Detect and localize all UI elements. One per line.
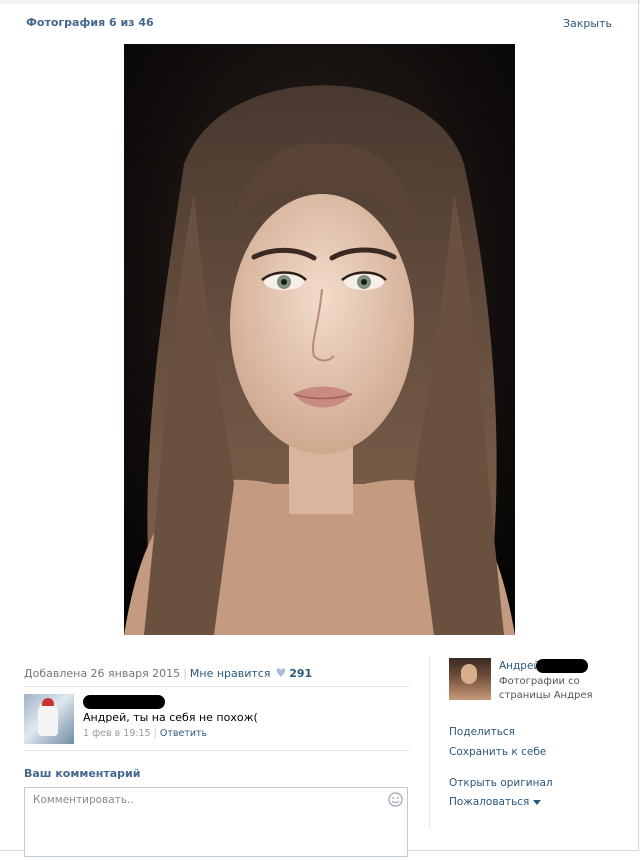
compose-heading: Ваш комментарий xyxy=(24,767,141,780)
comment-separator: | xyxy=(153,728,157,739)
photo-counter-title: Фотография 6 из 46 xyxy=(26,16,154,29)
commenter-avatar[interactable] xyxy=(24,694,74,744)
share-link[interactable]: Поделиться xyxy=(449,726,515,738)
report-label[interactable]: Пожаловаться xyxy=(449,796,529,808)
close-link[interactable]: Закрыть xyxy=(563,17,612,30)
reply-link[interactable]: Ответить xyxy=(160,728,207,739)
owner-subtitle-line1: Фотографии со xyxy=(499,676,580,687)
sidebar-divider xyxy=(429,656,430,828)
open-original-link[interactable]: Открыть оригинал xyxy=(449,777,553,789)
avatar-hat xyxy=(42,698,54,706)
owner-avatar[interactable] xyxy=(449,658,491,700)
owner-subtitle-line2: страницы Андрея xyxy=(499,690,593,701)
save-link[interactable]: Сохранить к себе xyxy=(449,746,546,758)
heart-icon[interactable]: ♥ xyxy=(275,666,286,680)
commenter-name-redacted[interactable] xyxy=(83,695,165,709)
meta-divider xyxy=(24,686,410,687)
comment-text: Андрей, ты на себя не похож( xyxy=(83,711,258,724)
comment-info: 1 фев в 19:15 | Ответить xyxy=(83,728,207,739)
avatar-figure xyxy=(38,702,58,736)
meta-separator: | xyxy=(183,667,187,680)
comment-divider xyxy=(24,750,410,751)
owner-avatar-face xyxy=(461,664,477,684)
smile-icon[interactable] xyxy=(388,792,403,807)
owner-surname-redacted xyxy=(536,659,588,673)
main-photo[interactable] xyxy=(124,44,515,635)
added-date: Добавлена 26 января 2015 xyxy=(24,667,181,680)
owner-name[interactable]: Андрей xyxy=(499,660,540,672)
comment-box[interactable] xyxy=(24,787,408,857)
report-link[interactable]: Пожаловаться xyxy=(449,796,542,808)
chevron-down-icon[interactable] xyxy=(533,799,542,805)
like-count[interactable]: 291 xyxy=(289,667,312,680)
comment-date[interactable]: 1 фев в 19:15 xyxy=(83,728,151,739)
comment-input[interactable] xyxy=(31,792,375,856)
portrait-illustration xyxy=(124,44,515,635)
like-button[interactable]: Мне нравится xyxy=(190,667,271,680)
photo-meta: Добавлена 26 января 2015 | Мне нравится ♥ 29… xyxy=(24,666,312,680)
